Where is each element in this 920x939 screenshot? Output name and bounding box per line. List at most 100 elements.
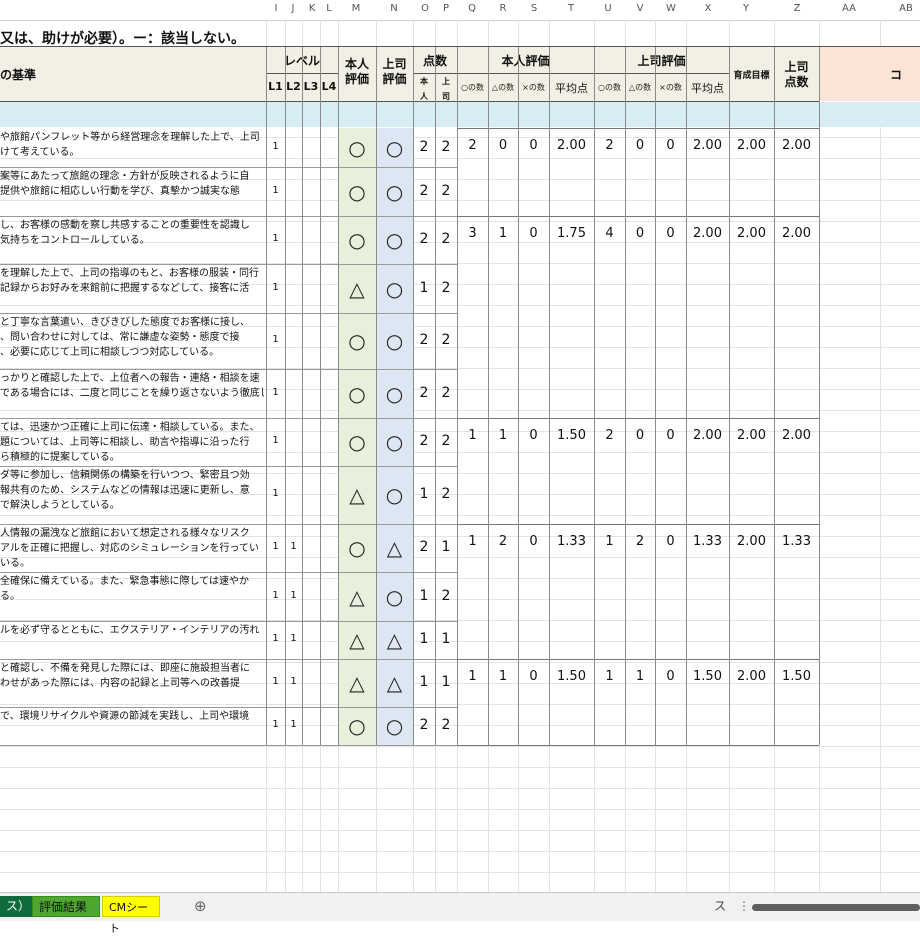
boss-eval-mark[interactable]: △ [376, 673, 413, 693]
group-self-t-value: 2 [498, 534, 508, 549]
header-points-boss: 上 司 [442, 77, 450, 101]
boss-eval-mark[interactable]: △ [376, 538, 413, 558]
column-letter-n[interactable]: N [382, 3, 406, 14]
header-self-group: 本人評価 [501, 54, 550, 68]
column-letter-u[interactable]: U [596, 3, 620, 14]
row-border [0, 466, 457, 467]
points-boss-value: 1 [441, 631, 451, 647]
horizontal-scrollbar-thumb[interactable] [752, 904, 920, 911]
self-eval-mark[interactable]: ○ [338, 716, 376, 736]
boss-eval-mark[interactable]: ○ [376, 384, 413, 404]
points-boss-value: 2 [441, 587, 451, 604]
level-l2-value: 1 [290, 719, 297, 730]
self-eval-mark[interactable]: △ [338, 673, 376, 693]
self-eval-mark[interactable]: ○ [338, 538, 376, 558]
header-comment: コ [890, 68, 903, 82]
points-self-value: 1 [419, 486, 429, 502]
group-self-o-value: 1 [468, 534, 477, 549]
comment-header-background [819, 47, 920, 101]
boss-eval-mark[interactable]: △ [376, 630, 413, 650]
self-eval-mark[interactable]: △ [338, 279, 376, 299]
group-boss-t-value: 2 [635, 534, 645, 549]
group-boss-o-value: 2 [605, 428, 614, 443]
points-self-value: 2 [419, 231, 429, 247]
column-letter-x[interactable]: X [696, 3, 720, 14]
header-level-l2: L2 [286, 80, 301, 93]
criteria-text: で、環境リサイクルや資源の節減を実践し、上司や環境 [0, 711, 250, 722]
sheet-tab-options-icon[interactable]: ⋮ [738, 898, 750, 915]
column-border [320, 47, 321, 745]
column-letter-p[interactable]: P [434, 3, 458, 14]
column-letter-m[interactable]: M [344, 3, 368, 14]
group-border [457, 418, 819, 419]
group-boss-points-value: 1.50 [782, 669, 811, 684]
boss-eval-mark[interactable]: ○ [376, 182, 413, 202]
group-boss-o-value: 1 [605, 534, 614, 549]
level-l1-value: 1 [272, 435, 279, 446]
self-eval-mark[interactable]: ○ [338, 230, 376, 250]
column-letter-aa[interactable]: AA [837, 3, 861, 14]
column-letter-z[interactable]: Z [785, 3, 809, 14]
column-letter-v[interactable]: V [628, 3, 652, 14]
header-boss-count-1: △の数 [628, 83, 652, 92]
group-boss-t-value: 0 [635, 226, 645, 241]
criteria-text: を理解した上で、上司の指導のもと、お客様の服装・同行 記録からお好みを来館前に把… [0, 268, 259, 294]
sheet-tab-evaluation-result[interactable]: 評価結果 [32, 896, 100, 917]
group-boss-avg-value: 2.00 [693, 138, 722, 153]
boss-eval-mark[interactable]: ○ [376, 279, 413, 299]
self-eval-mark[interactable]: ○ [338, 432, 376, 452]
self-eval-mark[interactable]: △ [338, 587, 376, 607]
column-border [266, 47, 267, 745]
boss-eval-mark[interactable]: ○ [376, 138, 413, 158]
column-letter-l[interactable]: L [317, 3, 341, 14]
self-eval-mark[interactable]: △ [338, 485, 376, 505]
sheet-tab-bar: ス） 評価結果 CMシート ⊕ ス ⋮ [0, 892, 920, 935]
self-eval-mark[interactable]: △ [338, 630, 376, 650]
add-sheet-icon[interactable]: ⊕ [188, 896, 214, 917]
column-letter-t[interactable]: T [559, 3, 583, 14]
points-self-value: 2 [419, 539, 429, 555]
boss-eval-mark[interactable]: ○ [376, 230, 413, 250]
column-border [302, 47, 303, 745]
boss-eval-mark[interactable]: ○ [376, 716, 413, 736]
column-letter-r[interactable]: R [491, 3, 515, 14]
column-border [285, 47, 286, 745]
group-border [457, 524, 819, 525]
spreadsheet-grid[interactable]: 又は、助けが必要）。ー：該当しない。の基準レベルL1L2L3L4本人 評価上司 … [0, 20, 920, 892]
boss-eval-mark[interactable]: ○ [376, 331, 413, 351]
gridline-h [0, 830, 920, 831]
self-eval-mark[interactable]: ○ [338, 331, 376, 351]
row-border [0, 621, 457, 622]
boss-eval-mark[interactable]: ○ [376, 587, 413, 607]
level-l1-value: 1 [272, 589, 279, 601]
column-border [435, 47, 436, 745]
column-letter-q[interactable]: Q [460, 3, 484, 14]
column-letter-w[interactable]: W [659, 3, 683, 14]
sheet-tab-cm[interactable]: CMシート [102, 896, 160, 935]
self-eval-mark[interactable]: ○ [338, 138, 376, 158]
group-boss-t-value: 0 [635, 428, 645, 443]
criteria-text: ては、迅速かつ正確に上司に伝達・相談している。また、 題については、上司等に相談… [0, 422, 260, 463]
level-l2-value: 1 [290, 633, 297, 644]
row-border [0, 572, 457, 573]
gridline-h [0, 767, 920, 768]
points-boss-value: 2 [441, 138, 451, 155]
gridline-h [0, 788, 920, 789]
self-eval-mark[interactable]: ○ [338, 182, 376, 202]
column-border [518, 47, 519, 745]
points-boss-value: 2 [441, 717, 451, 733]
column-letter-s[interactable]: S [522, 3, 546, 14]
boss-eval-mark[interactable]: ○ [376, 432, 413, 452]
sheet-nav-partial[interactable]: ス [708, 896, 736, 917]
points-boss-value: 2 [441, 486, 451, 502]
group-boss-avg-value: 1.50 [693, 669, 722, 684]
boss-eval-mark[interactable]: ○ [376, 485, 413, 505]
group-boss-x-value: 0 [666, 534, 675, 549]
points-self-value: 1 [419, 279, 429, 296]
group-boss-points-value: 2.00 [782, 138, 811, 153]
self-eval-mark[interactable]: ○ [338, 384, 376, 404]
column-letter-y[interactable]: Y [734, 3, 758, 14]
level-l1-value: 1 [272, 184, 279, 196]
column-letter-ab[interactable]: AB [894, 3, 918, 14]
points-self-value: 2 [419, 332, 429, 348]
